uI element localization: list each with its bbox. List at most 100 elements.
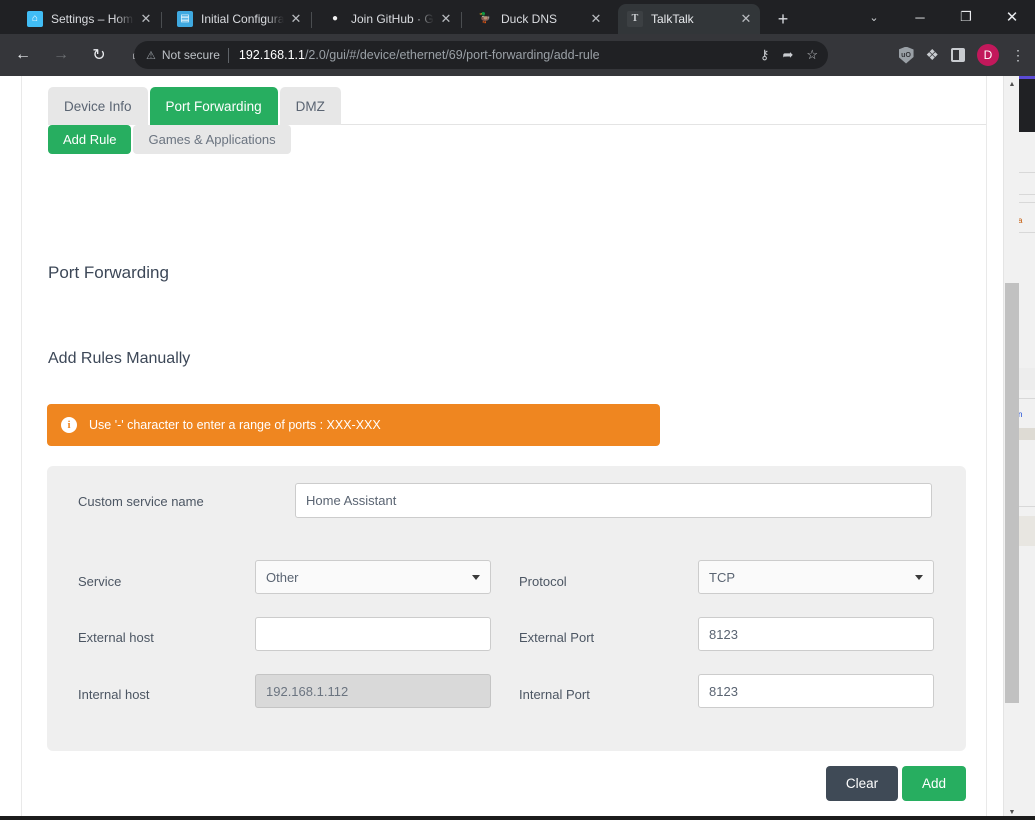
info-icon: i <box>61 417 77 433</box>
add-button[interactable]: Add <box>902 766 966 801</box>
browser-tab-duck-dns[interactable]: 🦆 Duck DNS ✕ <box>468 4 610 34</box>
github-icon: ● <box>331 13 339 24</box>
close-icon[interactable]: ✕ <box>436 9 456 29</box>
screenshot-root: ⌂ Settings – Home ✕ ▤ Initial Configura … <box>0 0 1035 820</box>
browser-tab-talktalk[interactable]: T TalkTalk ✕ <box>618 4 760 34</box>
background-window-line <box>1018 506 1035 507</box>
tab-divider <box>311 12 312 28</box>
share-icon[interactable]: ➦ <box>782 47 793 63</box>
talktalk-icon: T <box>627 11 643 27</box>
page-frame: a n Device Info Port Forwarding DMZ Add … <box>0 76 1035 820</box>
extension-icons: uO ❖ D ⋮ <box>898 41 1029 69</box>
url-host: 192.168.1.1 <box>238 48 305 62</box>
section-title: Add Rules Manually <box>48 350 191 367</box>
external-host-label: External host <box>78 630 154 645</box>
protocol-select[interactable]: TCP <box>698 560 934 594</box>
background-window-line <box>1018 232 1035 233</box>
close-window-button[interactable]: ✕ <box>989 0 1035 34</box>
tab-search-chevron-icon[interactable]: ⌄ <box>851 0 897 34</box>
subtab-games-applications[interactable]: Games & Applications <box>133 125 291 154</box>
router-page: Device Info Port Forwarding DMZ Add Rule… <box>0 76 1003 820</box>
internal-host-input[interactable] <box>255 674 491 708</box>
chevron-down-icon <box>472 574 480 580</box>
background-window-sliver: a n <box>1018 76 1035 820</box>
chevron-down-icon <box>915 574 923 580</box>
browser-tab-title: Settings – Home <box>51 12 134 26</box>
reload-button[interactable]: ↻ <box>84 40 114 70</box>
tab-divider <box>161 12 162 28</box>
maximize-button[interactable]: ❐ <box>943 0 989 34</box>
page-title: Port Forwarding <box>48 263 169 282</box>
browser-tab-initial-configuration[interactable]: ▤ Initial Configura ✕ <box>168 4 310 34</box>
minimize-button[interactable]: ─ <box>897 0 943 34</box>
browser-tabstrip: ⌂ Settings – Home ✕ ▤ Initial Configura … <box>0 0 1035 34</box>
custom-service-name-label: Custom service name <box>78 494 204 509</box>
app-window-icon: ▤ <box>177 11 193 27</box>
close-icon[interactable]: ✕ <box>736 9 756 29</box>
browser-tab-title: TalkTalk <box>651 12 694 26</box>
subtab-add-rule[interactable]: Add Rule <box>48 125 132 154</box>
external-port-label: External Port <box>519 630 595 645</box>
browser-tab-title: Join GitHub · Git <box>351 12 434 26</box>
password-key-icon[interactable]: ⚷ <box>760 47 770 63</box>
background-window-block <box>1018 428 1035 440</box>
clear-button[interactable]: Clear <box>826 766 898 801</box>
close-icon[interactable]: ✕ <box>136 9 156 29</box>
omnibox-actions: ⚷ ➦ ☆ <box>760 47 818 63</box>
new-tab-button[interactable]: + <box>770 7 796 33</box>
close-icon[interactable]: ✕ <box>286 9 306 29</box>
internal-port-input[interactable] <box>698 674 934 708</box>
tab-device-info[interactable]: Device Info <box>48 87 148 125</box>
side-panel-icon[interactable] <box>951 48 965 62</box>
not-secure-warning-icon: ⚠ <box>146 49 156 62</box>
service-select-value: Other <box>266 569 299 585</box>
bookmark-star-icon[interactable]: ☆ <box>806 47 818 63</box>
desktop-strip <box>0 816 1035 820</box>
forward-button[interactable]: → <box>46 40 76 70</box>
info-banner: i Use '-' character to enter a range of … <box>47 404 660 446</box>
browser-tab-title: Initial Configura <box>201 12 284 26</box>
tab-divider <box>461 12 462 28</box>
router-sub-tabs: Add Rule Games & Applications <box>48 125 291 154</box>
browser-tab-title: Duck DNS <box>501 12 558 26</box>
tab-port-forwarding[interactable]: Port Forwarding <box>149 87 278 125</box>
background-window-block <box>1018 368 1035 390</box>
ublock-origin-shield-icon[interactable]: uO <box>898 46 914 64</box>
url-path: /2.0/gui/#/device/ethernet/69/port-forwa… <box>304 48 600 62</box>
browser-tab-settings-home[interactable]: ⌂ Settings – Home ✕ <box>18 4 160 34</box>
background-window-line <box>1018 194 1035 195</box>
window-controls: ⌄ ─ ❐ ✕ <box>851 0 1035 34</box>
extensions-puzzle-icon[interactable]: ❖ <box>926 46 939 64</box>
browser-tab-join-github[interactable]: ● Join GitHub · Git ✕ <box>318 4 460 34</box>
security-status-label: Not secure <box>161 48 220 62</box>
omnibox-divider <box>227 47 229 63</box>
background-window-block <box>1018 516 1035 546</box>
info-banner-text: Use '-' character to enter a range of po… <box>89 418 381 432</box>
background-window-line <box>1018 172 1035 173</box>
service-label: Service <box>78 574 122 589</box>
page-scrollbar[interactable]: ▲ ▼ <box>1003 76 1019 820</box>
page-right-border <box>986 76 987 820</box>
address-bar[interactable]: ⚠ Not secure 192.168.1.1/2.0/gui/#/devic… <box>134 41 828 69</box>
router-nav-tabs: Device Info Port Forwarding DMZ <box>48 87 341 125</box>
internal-host-label: Internal host <box>78 687 150 702</box>
tab-dmz[interactable]: DMZ <box>279 87 341 125</box>
chrome-menu-icon[interactable]: ⋮ <box>1011 48 1025 62</box>
background-window-titlebar <box>1018 79 1035 132</box>
scrollbar-thumb[interactable] <box>1005 283 1019 703</box>
home-assistant-icon: ⌂ <box>27 11 43 27</box>
internal-port-label: Internal Port <box>519 687 590 702</box>
external-host-input[interactable] <box>255 617 491 651</box>
scroll-up-arrow-icon[interactable]: ▲ <box>1004 76 1019 92</box>
service-select[interactable]: Other <box>255 560 491 594</box>
close-icon[interactable]: ✕ <box>586 9 606 29</box>
external-port-input[interactable] <box>698 617 934 651</box>
tabs-underline <box>319 124 986 125</box>
profile-avatar[interactable]: D <box>977 44 999 66</box>
back-button[interactable]: ← <box>8 40 38 70</box>
browser-chrome: ⌂ Settings – Home ✕ ▤ Initial Configura … <box>0 0 1035 76</box>
browser-viewport: Device Info Port Forwarding DMZ Add Rule… <box>0 76 1019 820</box>
custom-service-name-input[interactable] <box>295 483 932 518</box>
protocol-select-value: TCP <box>709 569 735 585</box>
add-rule-form-panel: Custom service name Service Other Protoc… <box>47 466 966 751</box>
